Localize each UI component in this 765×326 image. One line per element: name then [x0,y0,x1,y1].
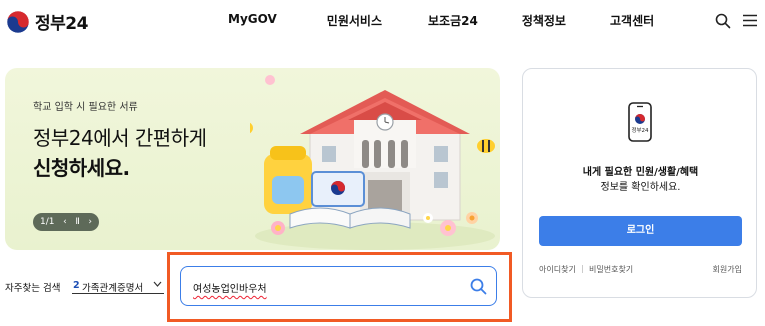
school-illustration [250,75,495,250]
login-message: 내게 필요한 민원/생활/혜택 정보를 확인하세요. [523,165,758,195]
banner-title-line2: 신청하세요. [33,156,130,180]
nav-customer-center[interactable]: 고객센터 [610,12,654,29]
link-divider [582,265,583,273]
main-banner[interactable]: 학교 입학 시 필요한 서류 정부24에서 간편하게 신청하세요. 1/1 ‹ … [5,68,500,250]
banner-pager: 1/1 ‹ Ⅱ › [33,213,99,231]
nav-policy-info[interactable]: 정책정보 [522,12,566,29]
svg-text:정부24: 정부24 [631,127,649,134]
join-link[interactable]: 회원가입 [713,264,742,275]
banner-next-button[interactable]: › [88,217,92,227]
login-message-line1: 내게 필요한 민원/생활/혜택 [582,167,699,178]
nav-subsidy24[interactable]: 보조금24 [428,12,478,29]
search-button-icon[interactable] [470,278,487,295]
header: 정부24 MyGOV 민원서비스 보조금24 정책정보 고객센터 [0,0,765,42]
banner-prev-button[interactable]: ‹ [63,217,67,227]
logo-text: 정부24 [35,14,88,34]
banner-title-line1: 정부24에서 간편하게 [33,126,207,150]
login-button[interactable]: 로그인 [539,216,742,246]
search-icon[interactable] [715,13,731,29]
nav-mygov[interactable]: MyGOV [228,12,277,29]
search-input-value[interactable]: 여성농업인바우처 [193,280,267,295]
chevron-down-icon[interactable] [153,280,162,288]
menu-icon[interactable] [743,14,757,27]
mobile-phone-icon: 정부24 [628,102,652,142]
find-password-link[interactable]: 비밀번호찾기 [589,264,633,275]
frequent-search-rank: 2 [73,280,80,291]
login-message-line2: 정보를 확인하세요. [600,182,681,193]
banner-pager-count: 1/1 [40,217,55,227]
frequent-search-label: 자주찾는 검색 [5,283,61,294]
find-id-link[interactable]: 아이디찾기 [539,264,576,275]
login-card: 정부24 내게 필요한 민원/생활/혜택 정보를 확인하세요. 로그인 아이디찾… [522,68,757,298]
taegeuk-logo-icon [6,10,30,33]
nav-civil-service[interactable]: 민원서비스 [327,12,382,29]
main-nav: MyGOV 민원서비스 보조금24 정책정보 고객센터 [228,12,654,29]
logo[interactable]: 정부24 [6,9,88,34]
banner-pause-button[interactable]: Ⅱ [75,217,79,227]
frequent-search-dropdown[interactable]: 2 가족관계증명서 [72,277,164,294]
frequent-search-term[interactable]: 가족관계증명서 [82,280,143,294]
banner-eyebrow: 학교 입학 시 필요한 서류 [33,102,138,113]
search-input[interactable]: 여성농업인바우처 [180,266,497,306]
